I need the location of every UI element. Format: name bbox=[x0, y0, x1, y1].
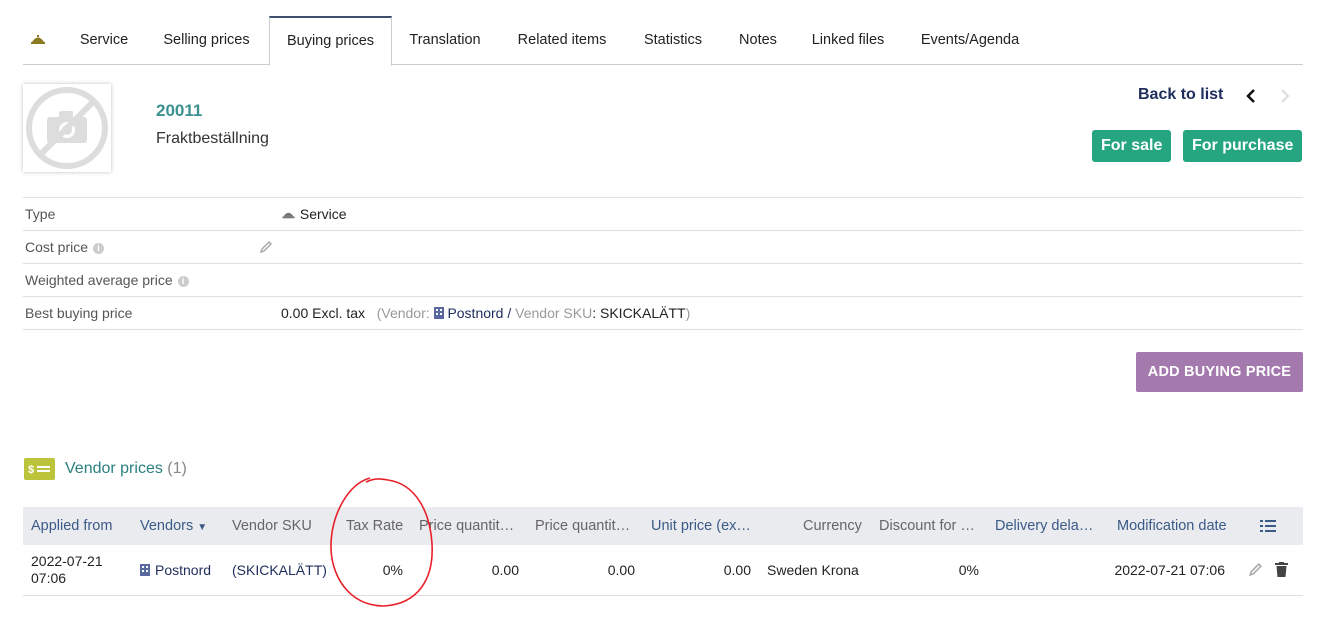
col-modification-date[interactable]: Modification date bbox=[1117, 507, 1227, 545]
chevron-left-icon[interactable] bbox=[1244, 87, 1258, 105]
tab-linked-files[interactable]: Linked files bbox=[803, 16, 893, 65]
tab-service[interactable]: Service bbox=[67, 16, 141, 65]
col-price-quantity-1[interactable]: Price quantit… bbox=[419, 507, 519, 545]
for-sale-badge: For sale bbox=[1092, 130, 1172, 162]
col-price-quantity-2[interactable]: Price quantit… bbox=[535, 507, 635, 545]
cell-price-quantity-2: 0.00 bbox=[607, 562, 635, 578]
service-bell-icon bbox=[31, 35, 45, 44]
col-applied-from[interactable]: Applied from bbox=[31, 507, 112, 545]
field-row-best-buying-price: Best buying price 0.00 Excl. tax (Vendor… bbox=[23, 297, 1303, 330]
cell-tax-rate: 0% bbox=[382, 562, 403, 578]
tab-selling-prices[interactable]: Selling prices bbox=[154, 16, 259, 65]
vendor-link[interactable]: Postnord bbox=[447, 305, 503, 321]
cell-price-quantity-1: 0.00 bbox=[491, 562, 519, 578]
field-row-cost-price: Cost price i bbox=[23, 231, 1303, 264]
field-label: Weighted average price i bbox=[25, 264, 189, 296]
vendor-prices-title: Vendor prices (1) bbox=[65, 460, 187, 477]
table-header: Applied from Vendors ▼ Vendor SKU Tax Ra… bbox=[23, 507, 1303, 545]
chevron-right-icon bbox=[1281, 89, 1290, 103]
tab-related-items[interactable]: Related items bbox=[507, 16, 617, 65]
tab-bar: Service Selling prices Buying prices Tra… bbox=[23, 16, 1303, 66]
building-icon bbox=[433, 307, 444, 319]
for-purchase-badge: For purchase bbox=[1183, 130, 1303, 162]
tab-translation[interactable]: Translation bbox=[400, 16, 490, 65]
cell-vendor[interactable]: Postnord bbox=[140, 545, 211, 595]
product-label: Fraktbeställning bbox=[156, 130, 269, 147]
product-fields: Type Service Cost price i Weighted averag… bbox=[23, 197, 1303, 330]
column-list-icon[interactable] bbox=[1260, 519, 1276, 533]
field-value: Service bbox=[281, 198, 347, 230]
tab-statistics[interactable]: Statistics bbox=[633, 16, 713, 65]
field-label: Cost price i bbox=[25, 231, 105, 263]
add-buying-price-button[interactable]: ADD BUYING PRICE bbox=[1136, 352, 1303, 392]
service-bell-icon bbox=[282, 212, 295, 219]
field-row-type: Type Service bbox=[23, 198, 1303, 231]
tab-events-agenda[interactable]: Events/Agenda bbox=[911, 16, 1029, 65]
field-value: 0.00 Excl. tax (Vendor: Postnord / Vendo… bbox=[281, 305, 691, 321]
edit-pencil-icon[interactable] bbox=[259, 240, 273, 254]
cell-discount: 0% bbox=[958, 562, 979, 578]
vendor-prices-icon: $ bbox=[24, 458, 55, 480]
info-icon: i bbox=[177, 275, 189, 287]
cell-applied-from: 2022-07-21 07:06 bbox=[31, 553, 103, 586]
vendor-prices-table: Applied from Vendors ▼ Vendor SKU Tax Ra… bbox=[23, 507, 1303, 596]
back-to-list-link[interactable]: Back to list bbox=[1138, 86, 1223, 104]
tab-notes[interactable]: Notes bbox=[728, 16, 788, 65]
no-photo-icon bbox=[26, 87, 108, 169]
info-icon: i bbox=[93, 242, 105, 254]
tab-buying-prices[interactable]: Buying prices bbox=[269, 16, 392, 66]
table-row: 2022-07-21 07:06 Postnord (SKICKALÄTT) 0… bbox=[23, 545, 1303, 596]
field-row-weighted-average-price: Weighted average price i bbox=[23, 264, 1303, 297]
building-icon bbox=[140, 564, 150, 576]
col-currency[interactable]: Currency bbox=[803, 507, 862, 545]
product-ref: 20011 bbox=[156, 101, 203, 120]
col-tax-rate[interactable]: Tax Rate bbox=[346, 507, 403, 545]
col-vendor-sku[interactable]: Vendor SKU bbox=[232, 507, 312, 545]
cell-vendor-sku: (SKICKALÄTT) bbox=[232, 562, 327, 578]
tab-home[interactable] bbox=[23, 16, 53, 65]
col-vendors[interactable]: Vendors ▼ bbox=[140, 507, 207, 547]
cell-unit-price: 0.00 bbox=[723, 562, 751, 578]
field-label: Type bbox=[25, 206, 56, 222]
col-unit-price[interactable]: Unit price (ex… bbox=[651, 507, 753, 545]
product-photo-placeholder[interactable] bbox=[23, 84, 111, 172]
field-label: Best buying price bbox=[25, 305, 133, 321]
edit-pencil-icon[interactable] bbox=[1248, 562, 1263, 577]
cell-modification-date: 2022-07-21 07:06 bbox=[1114, 562, 1225, 578]
cell-currency: Sweden Krona bbox=[767, 562, 859, 578]
col-discount[interactable]: Discount for … bbox=[879, 507, 979, 545]
col-delivery-delay[interactable]: Delivery dela… bbox=[995, 507, 1095, 545]
trash-icon[interactable] bbox=[1275, 562, 1288, 577]
svg-text:$: $ bbox=[28, 464, 34, 476]
